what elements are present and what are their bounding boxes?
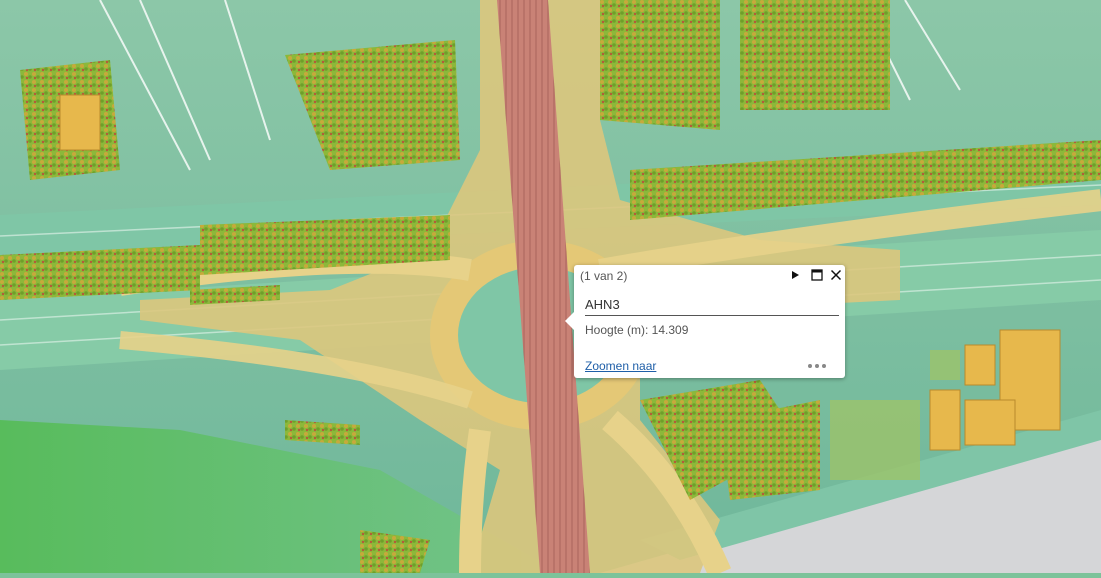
title-divider <box>585 315 839 316</box>
feature-pager: (1 van 2) <box>580 269 628 283</box>
ellipsis-icon <box>822 364 826 368</box>
ellipsis-icon <box>815 364 819 368</box>
elevation-map-canvas[interactable] <box>0 0 1101 578</box>
maximize-button[interactable] <box>810 268 824 282</box>
ellipsis-icon <box>808 364 812 368</box>
next-feature-button[interactable] <box>788 268 802 282</box>
info-popup: (1 van 2) AHN3 Hoogte (m): 14.309 Zoomen… <box>565 265 845 378</box>
height-attribute: Hoogte (m): 14.309 <box>585 323 689 337</box>
close-icon <box>830 269 842 281</box>
play-right-icon <box>792 271 799 279</box>
zoom-to-link[interactable]: Zoomen naar <box>585 359 656 373</box>
elevation-map[interactable] <box>0 0 1101 578</box>
close-button[interactable] <box>829 268 843 282</box>
popup-title: AHN3 <box>585 297 620 312</box>
popup-pointer <box>565 312 574 330</box>
more-actions-button[interactable] <box>808 363 826 369</box>
maximize-icon <box>811 269 823 281</box>
